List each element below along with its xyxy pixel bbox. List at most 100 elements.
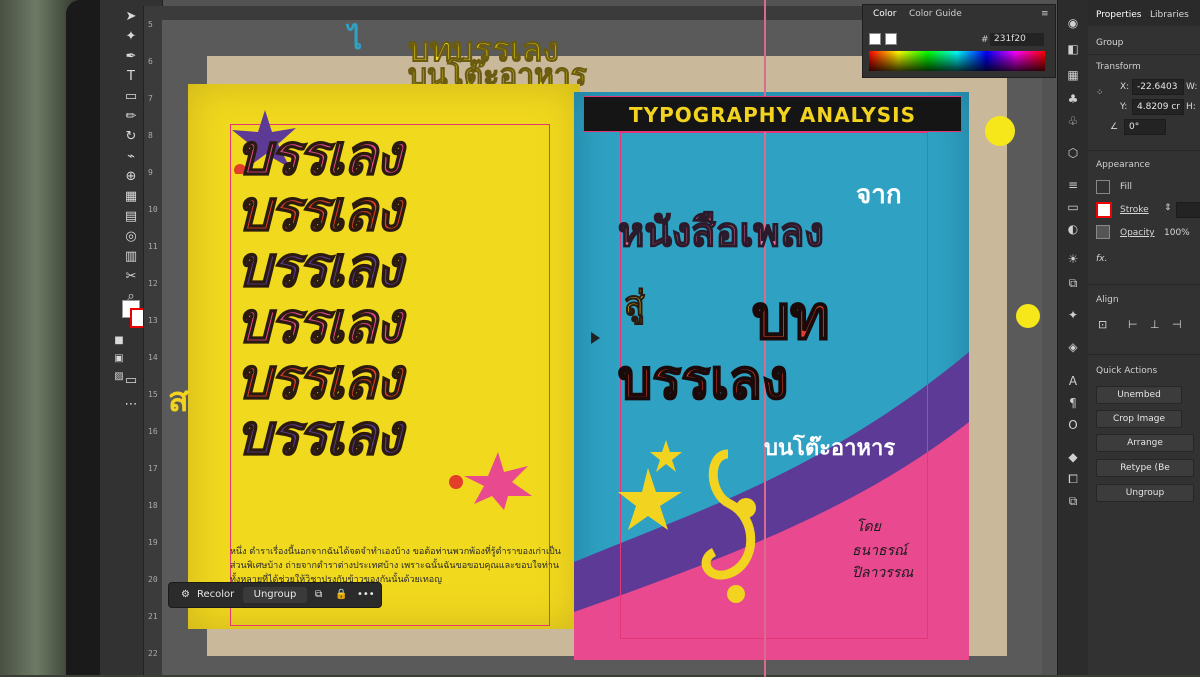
transform-heading: Transform	[1096, 62, 1141, 72]
contextual-task-bar: ⚙ Recolor Ungroup ⧉ 🔒 •••	[168, 582, 382, 608]
stroke-weight-input[interactable]	[1176, 202, 1200, 218]
x-input[interactable]: -22.6403	[1132, 79, 1184, 95]
align-center-icon[interactable]: ⊥	[1150, 318, 1160, 331]
paragraph-icon[interactable]: ¶	[1064, 394, 1082, 412]
ruler-tick-label: 16	[148, 427, 158, 436]
unembed-button[interactable]: Unembed	[1096, 386, 1182, 404]
tab-libraries[interactable]: Libraries	[1150, 10, 1189, 20]
ungroup-button[interactable]: Ungroup	[243, 587, 307, 603]
ruler-tick-label: 19	[148, 538, 158, 547]
gradient-panel-icon[interactable]: ▭	[1064, 198, 1082, 216]
slice-tool-icon[interactable]: ✂	[122, 268, 140, 286]
pen-tool-icon[interactable]: ✒	[122, 48, 140, 66]
ruler-tick-label: 6	[148, 57, 153, 66]
align-right-icon[interactable]: ⊣	[1172, 318, 1182, 331]
graphic-styles-icon[interactable]: ♧	[1064, 112, 1082, 130]
align-heading: Align	[1096, 295, 1119, 305]
gradient-icon[interactable]: ▤	[122, 208, 140, 226]
fill-mini-swatch[interactable]	[869, 33, 881, 45]
repeat-word-6: บรรเลง	[235, 403, 403, 468]
layers-icon[interactable]: ◆	[1064, 448, 1082, 466]
retype-button[interactable]: Retype (Be	[1096, 459, 1194, 477]
divider	[1088, 150, 1200, 151]
fill-swatch[interactable]	[1096, 180, 1110, 194]
transparency-icon[interactable]: ◐	[1064, 220, 1082, 238]
recolor-button[interactable]: Recolor	[197, 587, 234, 603]
symbols-icon[interactable]: ♣	[1064, 90, 1082, 108]
cover-banner: TYPOGRAPHY ANALYSIS	[583, 96, 962, 132]
stroke-mini-swatch[interactable]	[885, 33, 897, 45]
ruler-tick-label: 22	[148, 649, 158, 658]
tab-color-guide[interactable]: Color Guide	[909, 9, 962, 19]
fx-button[interactable]: fx.	[1096, 254, 1107, 264]
hex-input[interactable]: 231f20	[990, 33, 1044, 46]
lock-icon[interactable]: 🔒	[335, 587, 347, 603]
h-label: H:	[1186, 102, 1196, 112]
quick-actions-heading: Quick Actions	[1096, 366, 1158, 376]
ungroup-panel-button[interactable]: Ungroup	[1096, 484, 1194, 502]
character-icon[interactable]: A	[1064, 372, 1082, 390]
selection-tool-icon[interactable]: ➤	[122, 8, 140, 26]
pathfinder-icon[interactable]: ◈	[1064, 338, 1082, 356]
fill-label: Fill	[1120, 182, 1133, 192]
stroke-swatch[interactable]	[1096, 202, 1112, 218]
yellow-fragment-left: ส	[168, 380, 189, 420]
repeat-word-5: บรรเลง	[235, 347, 403, 412]
repeat-word-4: บรรเลง	[235, 291, 403, 356]
ruler-tick-label: 14	[148, 353, 158, 362]
opentype-icon[interactable]: O	[1064, 416, 1082, 434]
image-trace-icon[interactable]: ✦	[1064, 306, 1082, 324]
opacity-label[interactable]: Opacity	[1120, 228, 1155, 238]
angle-input[interactable]: 0°	[1124, 119, 1166, 135]
ruler-tick-label: 9	[148, 168, 153, 177]
more-options-button[interactable]: •••	[357, 587, 375, 603]
links-icon[interactable]: ⧉	[1064, 492, 1082, 510]
more-tools-icon[interactable]: ⋯	[122, 396, 140, 414]
brushes-icon[interactable]: ▦	[1064, 66, 1082, 84]
appearance-icon[interactable]: ☀	[1064, 250, 1082, 268]
music-note-decoration	[618, 440, 756, 603]
3d-icon[interactable]: ⬡	[1064, 144, 1082, 162]
warp-icon[interactable]: ⌁	[122, 148, 140, 166]
reference-point-icon[interactable]: ⁘	[1096, 88, 1104, 98]
tab-properties[interactable]: Properties	[1096, 10, 1141, 20]
align-to-icon[interactable]: ⊡	[1098, 318, 1107, 331]
ruler-tick-label: 10	[148, 205, 158, 214]
rotate-icon[interactable]: ↻	[122, 128, 140, 146]
screen-mode-icon[interactable]: ▭	[122, 372, 140, 390]
pencil-icon[interactable]: ✏	[122, 108, 140, 126]
repeat-word-2: บรรเลง	[235, 179, 403, 244]
artboards-icon[interactable]: ⧠	[1064, 470, 1082, 488]
blend-icon[interactable]: ◎	[122, 228, 140, 246]
color-mode-icon[interactable]: ■ ▣ ▨	[110, 332, 128, 382]
align-left-icon[interactable]: ⊢	[1128, 318, 1138, 331]
shape-builder-icon[interactable]: ⊕	[122, 168, 140, 186]
y-input[interactable]: 4.8209 cr	[1132, 99, 1184, 115]
perspective-icon[interactable]: ▦	[122, 188, 140, 206]
graph-tool-icon[interactable]: ▥	[122, 248, 140, 266]
magic-wand-icon[interactable]: ✦	[122, 28, 140, 46]
arrange-button[interactable]: Arrange	[1096, 434, 1194, 452]
vertical-ruler: 5 6 7 8 9 10 11 12 13 14 15 16 17 18 19 20 21 22	[143, 6, 162, 675]
color-spectrum[interactable]	[869, 51, 1045, 71]
stroke-panel-icon[interactable]: ≡	[1064, 176, 1082, 194]
recolor-icon: ⚙	[181, 589, 190, 600]
duplicate-icon[interactable]: ⧉	[315, 587, 322, 603]
opacity-value[interactable]: 100%	[1164, 228, 1190, 238]
tab-color[interactable]: Color	[873, 9, 897, 19]
appearance-heading: Appearance	[1096, 160, 1151, 170]
ruler-tick-label: 8	[148, 131, 153, 140]
cover-author-name1: ธนาธรณ์	[852, 543, 908, 559]
stroke-stepper-icon[interactable]: ⇕	[1164, 203, 1172, 213]
stroke-label[interactable]: Stroke	[1120, 205, 1149, 215]
panel-icon-strip: ◉ ◧ ▦ ♣ ♧ ⬡ ≡ ▭ ◐ ☀ ⧉ ✦ ◈ A ¶ O ◆ ⧠ ⧉	[1057, 0, 1088, 675]
type-tool-icon[interactable]: T	[122, 68, 140, 86]
rectangle-tool-icon[interactable]: ▭	[122, 88, 140, 106]
layers-alt-icon[interactable]: ⧉	[1064, 274, 1082, 292]
cover-word-to: สู่	[624, 284, 646, 325]
panel-menu-icon[interactable]: ≡	[1041, 9, 1049, 19]
crop-image-button[interactable]: Crop Image	[1096, 410, 1182, 428]
ruler-tick-label: 21	[148, 612, 158, 621]
swatches-icon[interactable]: ◧	[1064, 40, 1082, 58]
color-panel-icon[interactable]: ◉	[1064, 14, 1082, 32]
